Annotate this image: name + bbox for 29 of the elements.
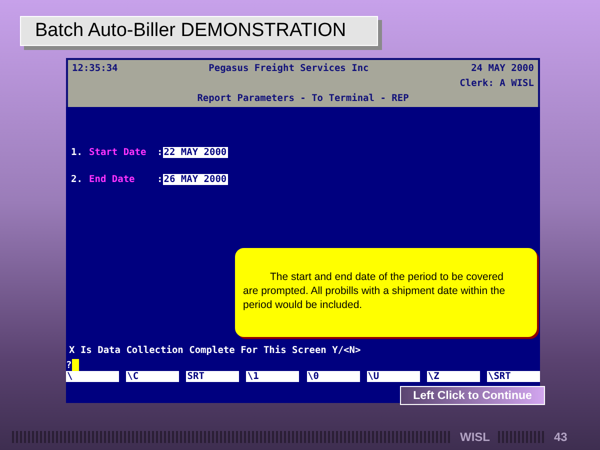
clerk-label: Clerk: A WISL [460, 78, 534, 91]
screen-title: Report Parameters - To Terminal - REP [196, 93, 410, 106]
function-key[interactable]: \0 [306, 371, 360, 382]
text-cursor [72, 359, 79, 371]
company-name: Pegasus Freight Services Inc [208, 63, 370, 76]
confirmation-prompt: X Is Data Collection Complete For This Screen Y/<N> [69, 345, 362, 356]
field-number: 2. [71, 174, 84, 184]
callout-note: The start and end date of the period to be covered are prompted. All probills with a shipment date within the period would be included. [235, 248, 537, 337]
clock-time: 12:35:34 [72, 63, 118, 76]
field-label: Start Date [89, 146, 148, 158]
field-separator: : [157, 146, 163, 158]
field-label: End Date [89, 174, 136, 184]
continue-button[interactable]: Left Click to Continue [400, 386, 545, 405]
page-number: 43 [554, 430, 568, 444]
field-number: 1. [71, 146, 84, 158]
date-field[interactable]: 26 MAY 2000 [162, 174, 228, 184]
function-key[interactable]: \1 [246, 371, 300, 382]
footer-brand: WISL [460, 430, 490, 444]
date-field[interactable]: 22 MAY 2000 [162, 146, 228, 158]
function-key[interactable]: \C [126, 371, 180, 382]
function-key[interactable]: \SRT [486, 371, 540, 382]
input-prompt: ? [66, 360, 72, 370]
function-key[interactable]: SRT [186, 371, 240, 382]
field-separator: : [157, 174, 163, 184]
function-key[interactable]: \U [366, 371, 420, 382]
header-date: 24 MAY 2000 [470, 63, 534, 76]
bars-drawing [498, 431, 546, 443]
function-key[interactable]: \ [66, 371, 119, 382]
function-key[interactable]: \Z [426, 371, 480, 382]
